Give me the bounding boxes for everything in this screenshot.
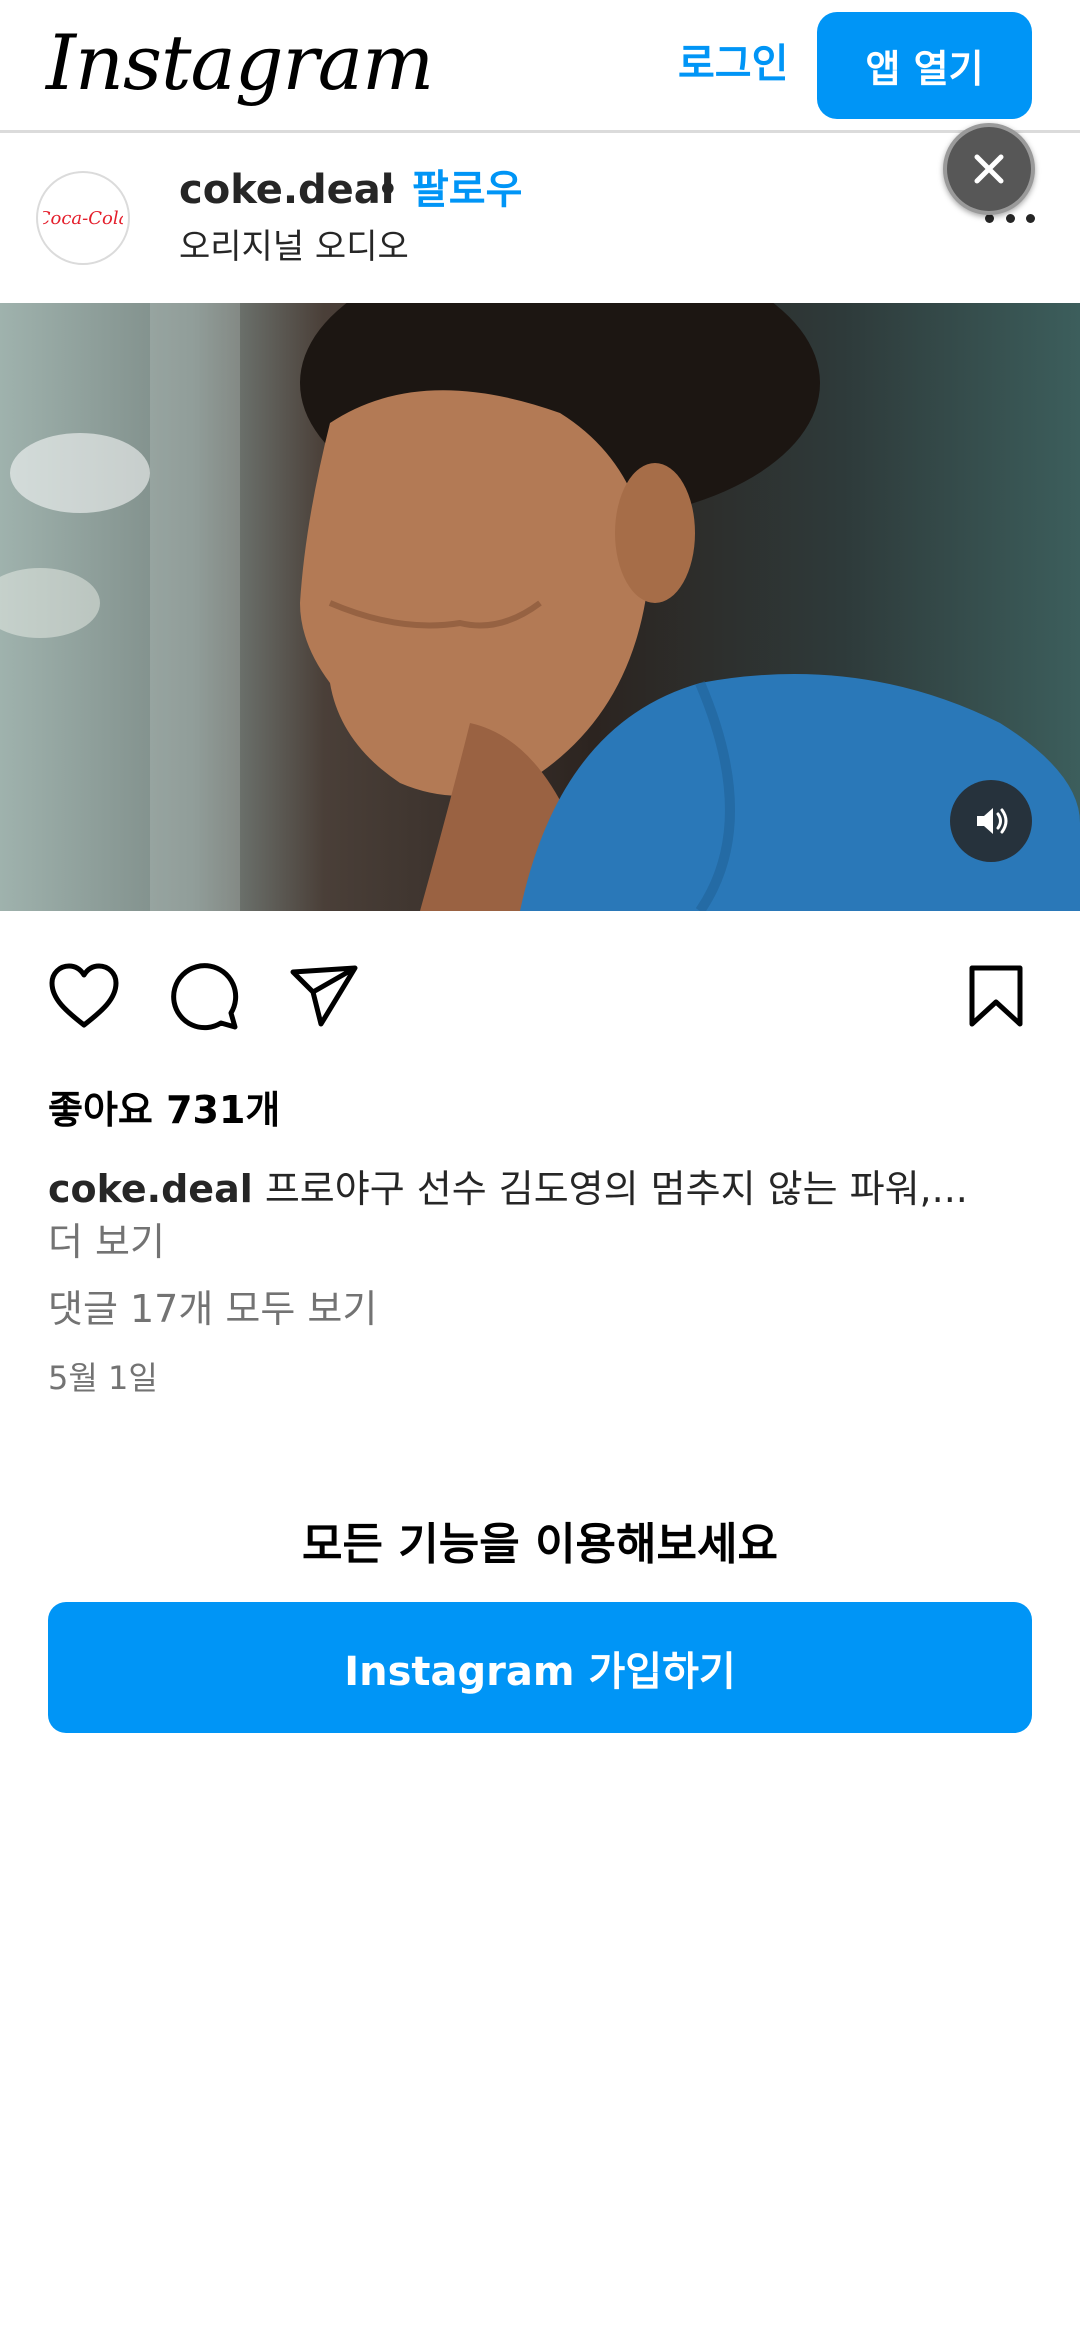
audio-label[interactable]: 오리지널 오디오	[179, 222, 409, 272]
action-bar	[0, 960, 1080, 1040]
top-bar: Instagram 로그인 앱 열기	[0, 0, 1080, 133]
likes-count[interactable]: 좋아요 731개	[48, 1085, 280, 1135]
svg-text:Coca-Cola: Coca-Cola	[43, 208, 123, 229]
coca-cola-logo-icon: Coca-Cola	[43, 208, 123, 229]
close-button[interactable]	[943, 123, 1035, 215]
signup-button[interactable]: Instagram 가입하기	[48, 1602, 1032, 1733]
separator-dot: •	[376, 167, 400, 213]
post-caption: coke.deal 프로야구 선수 김도영의 멈추지 않는 파워,...	[48, 1163, 1048, 1215]
sound-button[interactable]	[950, 780, 1032, 862]
save-button[interactable]	[960, 960, 1032, 1032]
caption-username[interactable]: coke.deal	[48, 1167, 253, 1211]
bookmark-icon	[969, 965, 1023, 1027]
open-app-button[interactable]: 앱 열기	[817, 12, 1032, 119]
more-link[interactable]: 더 보기	[48, 1216, 165, 1268]
close-icon	[974, 154, 1004, 184]
comment-icon	[171, 963, 239, 1031]
speaker-icon	[977, 808, 1008, 834]
post-date: 5월 1일	[48, 1359, 158, 1397]
instagram-logo[interactable]: Instagram	[46, 8, 434, 118]
post-video[interactable]	[0, 303, 1080, 911]
video-frame	[0, 303, 1080, 911]
follow-button[interactable]: 팔로우	[412, 162, 522, 218]
login-link[interactable]: 로그인	[678, 34, 788, 94]
share-button[interactable]	[288, 960, 360, 1032]
like-button[interactable]	[48, 960, 120, 1032]
caption-text: 프로야구 선수 김도영의 멈추지 않는 파워,...	[264, 1167, 968, 1211]
send-icon	[290, 965, 358, 1027]
post-username[interactable]: coke.deal	[179, 162, 395, 218]
avatar[interactable]: Coca-Cola	[36, 171, 130, 265]
heart-icon	[49, 963, 119, 1028]
view-comments-link[interactable]: 댓글 17개 모두 보기	[48, 1283, 377, 1335]
cta-title: 모든 기능을 이용해보세요	[302, 1519, 778, 1570]
comment-button[interactable]	[168, 960, 240, 1032]
